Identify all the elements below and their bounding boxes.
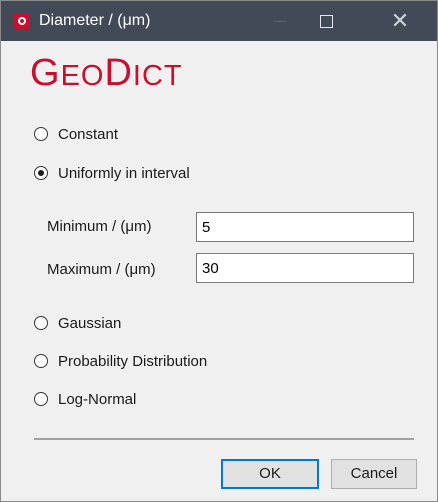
gaussian-label: Gaussian: [58, 315, 122, 332]
log-normal-label: Log-Normal: [58, 391, 137, 408]
uniform-radio[interactable]: [34, 166, 48, 180]
minimize-button[interactable]: [257, 1, 303, 41]
title-bar[interactable]: Diameter / (μm) ✕: [1, 1, 437, 41]
probability-distribution-radio[interactable]: [34, 354, 48, 368]
minimum-label: Minimum / (μm): [47, 218, 152, 235]
log-normal-radio[interactable]: [34, 392, 48, 406]
minimize-icon: [274, 21, 286, 22]
geodict-app-icon: [14, 13, 30, 29]
ok-button[interactable]: OK: [221, 459, 319, 489]
geodict-logo: GEODICT: [30, 52, 183, 94]
gaussian-radio[interactable]: [34, 316, 48, 330]
separator: [34, 438, 414, 440]
maximize-button[interactable]: [303, 1, 349, 41]
cancel-button[interactable]: Cancel: [331, 459, 417, 489]
dialog-window: Diameter / (μm) ✕ GEODICT Constant Unifo…: [0, 0, 438, 502]
constant-radio[interactable]: [34, 127, 48, 141]
close-icon: ✕: [390, 8, 410, 33]
minimum-input[interactable]: [196, 212, 414, 242]
close-button[interactable]: ✕: [377, 1, 423, 41]
uniform-label: Uniformly in interval: [58, 165, 190, 182]
constant-label: Constant: [58, 126, 119, 143]
window-title: Diameter / (μm): [39, 12, 151, 29]
maximum-label: Maximum / (μm): [47, 261, 156, 278]
maximum-input[interactable]: [196, 253, 414, 283]
probability-distribution-label: Probability Distribution: [58, 353, 208, 370]
maximize-icon: [320, 15, 333, 28]
